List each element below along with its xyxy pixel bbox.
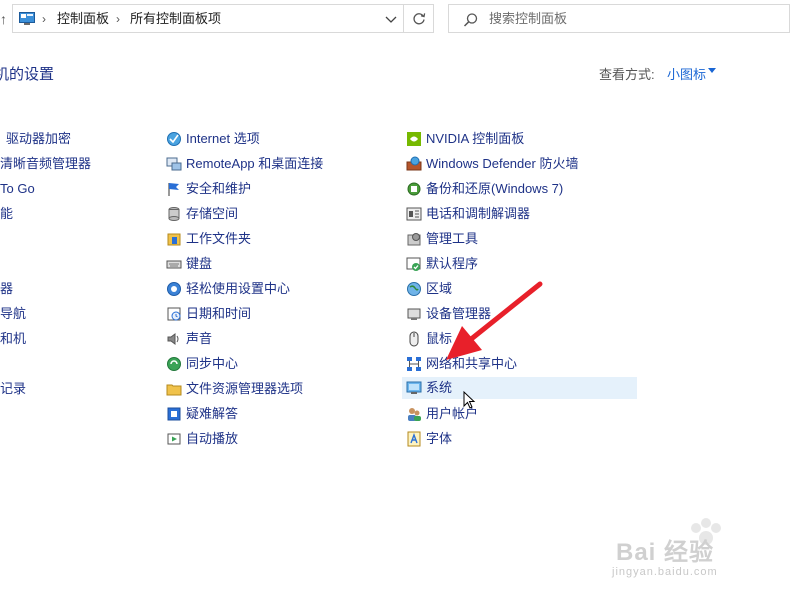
- list-item-mouse[interactable]: 鼠标: [406, 328, 452, 350]
- folder-options-icon: [166, 384, 182, 396]
- list-item-phone-modem[interactable]: 电话和调制解调器: [406, 203, 530, 225]
- list-item-firewall[interactable]: Windows Defender 防火墙: [406, 153, 578, 175]
- list-item-navigation[interactable]: 导航: [0, 303, 26, 325]
- breadcrumb-control-panel[interactable]: 控制面板: [57, 11, 109, 27]
- work-folders-icon: [167, 233, 181, 246]
- list-item-device[interactable]: 器: [0, 278, 13, 300]
- region-icon: [407, 282, 421, 296]
- list-item-ease-of-access[interactable]: 轻松使用设置中心: [166, 278, 290, 300]
- up-arrow-icon[interactable]: ↑: [0, 10, 12, 28]
- list-item-device-manager[interactable]: 设备管理器: [406, 303, 491, 325]
- nvidia-icon: [407, 132, 421, 146]
- list-item-sync-center[interactable]: 同步中心: [166, 353, 238, 375]
- list-item-remoteapp[interactable]: RemoteApp 和桌面连接: [166, 153, 323, 175]
- list-item-user-accounts[interactable]: 用户帐户: [406, 403, 478, 425]
- sound-icon: [167, 333, 179, 345]
- page-title: 机的设置: [0, 66, 55, 83]
- search-icon: [463, 13, 478, 27]
- list-item-troubleshooting[interactable]: 疑难解答: [166, 403, 238, 425]
- system-icon: [406, 381, 422, 394]
- caret-down-icon[interactable]: [708, 68, 716, 73]
- refresh-button[interactable]: [404, 4, 434, 33]
- remoteapp-icon: [166, 157, 182, 171]
- watermark-url: jingyan.baidu.com: [612, 566, 718, 578]
- troubleshooting-icon: [167, 407, 181, 421]
- bitlocker-icon: [0, 131, 2, 147]
- list-item-security-maintenance[interactable]: 安全和维护: [166, 178, 251, 200]
- view-by-dropdown[interactable]: 小图标: [667, 64, 706, 83]
- keyboard-icon: [166, 260, 182, 269]
- view-by-label: 查看方式:: [599, 67, 655, 82]
- breadcrumb-separator-icon: ›: [116, 12, 120, 26]
- list-item-work-folders[interactable]: 工作文件夹: [166, 228, 251, 250]
- list-item-keyboard[interactable]: 键盘: [166, 253, 212, 275]
- device-manager-icon: [407, 308, 421, 320]
- list-item-audio-manager[interactable]: 清晰音频管理器: [0, 153, 91, 175]
- sync-center-icon: [167, 357, 181, 371]
- list-item-fonts[interactable]: 字体: [406, 428, 452, 450]
- list-item-backup-restore[interactable]: 备份和还原(Windows 7): [406, 178, 563, 200]
- mouse-icon: [409, 331, 419, 347]
- list-item-system[interactable]: 系统: [402, 377, 637, 399]
- search-placeholder: 搜索控制面板: [489, 11, 568, 26]
- autoplay-icon: [167, 433, 181, 445]
- storage-icon: [168, 207, 180, 221]
- chevron-down-icon[interactable]: [381, 9, 401, 29]
- search-input[interactable]: 搜索控制面板: [448, 4, 790, 33]
- breadcrumb-separator-icon: ›: [42, 12, 46, 26]
- list-item-internet-options[interactable]: Internet 选项: [166, 128, 260, 150]
- list-item-network-sharing[interactable]: 网络和共享中心: [406, 353, 517, 375]
- ease-of-access-icon: [167, 282, 181, 296]
- address-bar[interactable]: › 控制面板 › 所有控制面板项: [12, 4, 404, 33]
- list-item-windows-to-go[interactable]: To Go: [0, 178, 35, 200]
- user-accounts-icon: [408, 408, 421, 421]
- list-item-machine[interactable]: 和机: [0, 328, 26, 350]
- network-sharing-icon: [407, 357, 421, 371]
- list-item-bitlocker[interactable]: 驱动器加密: [0, 128, 71, 150]
- security-flag-icon: [168, 183, 179, 196]
- backup-restore-icon: [407, 182, 421, 196]
- list-item-storage-spaces[interactable]: 存储空间: [166, 203, 238, 225]
- address-bar-row: ↑ › 控制面板 › 所有控制面板项 搜索控制面板: [0, 0, 800, 38]
- list-item-history[interactable]: 记录: [0, 378, 26, 400]
- list-item-default-programs[interactable]: 默认程序: [406, 253, 478, 275]
- breadcrumb-all-items[interactable]: 所有控制面板项: [130, 11, 221, 27]
- list-item-folder-options[interactable]: 文件资源管理器选项: [166, 378, 303, 400]
- refresh-icon: [413, 13, 426, 25]
- list-item-admin-tools[interactable]: 管理工具: [406, 228, 478, 250]
- list-item-autoplay[interactable]: 自动播放: [166, 428, 238, 450]
- annotation-arrow: [446, 281, 543, 409]
- phone-modem-icon: [406, 207, 422, 221]
- list-item-power[interactable]: 能: [0, 203, 13, 225]
- default-programs-icon: [406, 257, 421, 271]
- firewall-icon: [406, 156, 422, 171]
- list-item-region[interactable]: 区域: [406, 278, 452, 300]
- list-item-nvidia[interactable]: NVIDIA 控制面板: [406, 128, 524, 150]
- list-item-sound[interactable]: 声音: [166, 328, 212, 350]
- fonts-icon: [407, 431, 421, 447]
- admin-tools-icon: [407, 233, 421, 246]
- watermark-brand: Bai 经验: [616, 539, 715, 566]
- internet-options-icon: [167, 132, 181, 146]
- list-item-date-time[interactable]: 日期和时间: [166, 303, 251, 325]
- datetime-icon: [167, 307, 181, 321]
- control-panel-icon: [19, 12, 35, 25]
